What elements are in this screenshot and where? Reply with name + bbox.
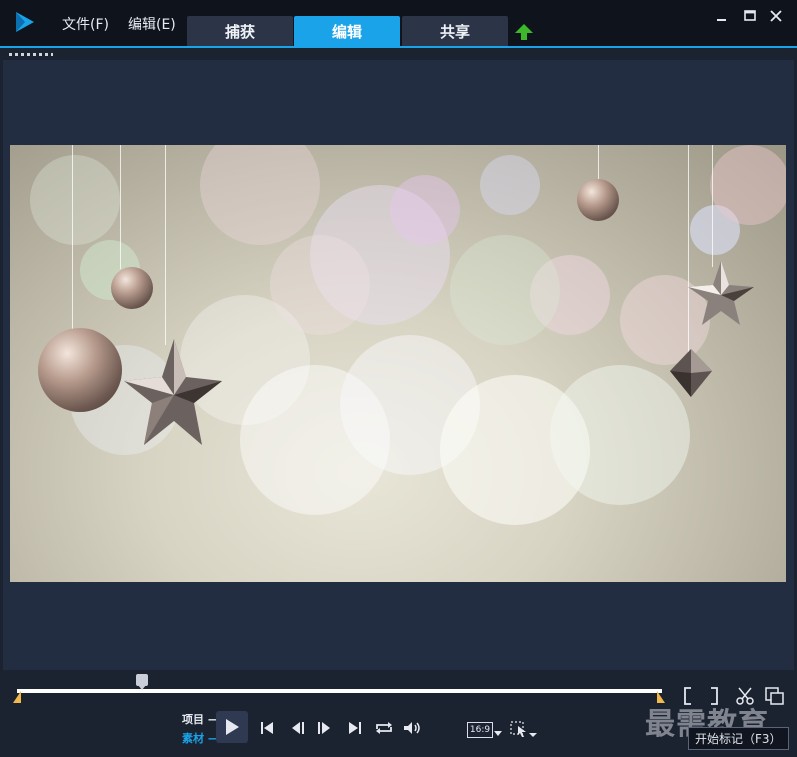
repeat-button[interactable] — [373, 717, 395, 739]
go-to-end-icon — [349, 722, 361, 734]
bokeh-light — [390, 175, 460, 245]
mark-in-marker[interactable] — [13, 691, 21, 703]
mode-project-label: 项目 — [182, 713, 204, 726]
bokeh-light — [710, 145, 786, 225]
ornament-ball — [38, 328, 122, 412]
bokeh-light — [200, 145, 320, 245]
pointer-select-icon[interactable] — [510, 721, 538, 739]
ornament-star — [688, 261, 754, 325]
panel-drag-handle[interactable] — [9, 53, 53, 56]
play-button[interactable] — [216, 711, 248, 743]
repeat-icon — [376, 722, 392, 734]
preview-video-frame[interactable] — [10, 145, 786, 582]
menu-file[interactable]: 文件(F) — [62, 14, 109, 34]
playhead-scrubber[interactable] — [136, 674, 148, 690]
bokeh-light — [30, 155, 120, 245]
go-to-start-button[interactable] — [256, 717, 278, 739]
previous-frame-button[interactable] — [287, 717, 309, 739]
aspect-ratio-selector[interactable]: 16:9 — [467, 722, 493, 738]
tab-share[interactable]: 共享 — [402, 16, 508, 46]
menu-edit[interactable]: 编辑(E) — [128, 14, 176, 34]
ornament-diamond — [670, 349, 712, 397]
ornament-string — [72, 145, 73, 335]
ornament-string — [120, 145, 121, 269]
ornament-string — [165, 145, 166, 345]
mode-clip-label: 素材 — [182, 732, 204, 745]
tab-capture[interactable]: 捕获 — [187, 16, 293, 46]
bokeh-light — [270, 235, 370, 335]
go-to-end-button[interactable] — [344, 717, 366, 739]
previous-frame-icon — [292, 722, 304, 734]
bokeh-light — [450, 235, 560, 345]
chevron-down-icon[interactable] — [494, 731, 502, 737]
tab-edit[interactable]: 编辑 — [294, 16, 400, 46]
video-editor-logo-icon[interactable] — [13, 10, 37, 34]
upload-arrow-icon[interactable] — [514, 22, 534, 42]
mark-in-tooltip: 开始标记（F3） — [688, 727, 789, 750]
volume-button[interactable] — [401, 717, 423, 739]
maximize-icon[interactable] — [742, 8, 758, 24]
ornament-string — [598, 145, 599, 183]
close-icon[interactable] — [768, 8, 784, 24]
mode-clip[interactable]: 素材 — — [182, 730, 219, 746]
bokeh-light — [480, 155, 540, 215]
minimize-icon[interactable] — [714, 8, 730, 24]
ornament-string — [712, 145, 713, 267]
playback-timeline[interactable] — [17, 689, 662, 693]
next-frame-button[interactable] — [313, 717, 335, 739]
ornament-star — [124, 339, 222, 445]
title-bar: 文件(F) 编辑(E) 捕获 编辑 共享 — [0, 0, 797, 48]
play-icon — [226, 719, 239, 735]
mode-project[interactable]: 项目 — — [182, 711, 219, 727]
ornament-ball — [577, 179, 619, 221]
ornament-ball — [111, 267, 153, 309]
go-to-start-icon — [261, 722, 273, 734]
next-frame-icon — [318, 722, 330, 734]
volume-icon — [404, 722, 420, 734]
